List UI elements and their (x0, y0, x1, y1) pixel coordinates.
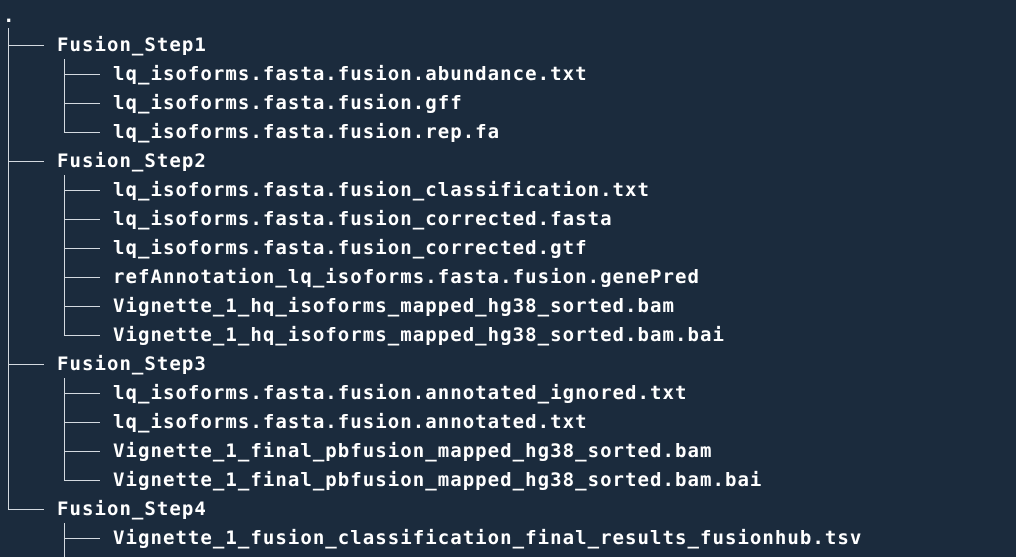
tree-branch-connector (64, 132, 100, 133)
tree-branch-connector (64, 306, 100, 307)
tree-vertical-line (64, 175, 65, 336)
file-item[interactable]: lq_isoforms.fasta.fusion.annotated_ignor… (113, 379, 688, 408)
tree-branch-connector (64, 277, 100, 278)
file-item[interactable]: lq_isoforms.fasta.fusion.rep.fa (113, 118, 500, 147)
tree-branch-connector (64, 393, 100, 394)
terminal-output: . Fusion_Step1 lq_isoforms.fasta.fusion.a… (0, 0, 1016, 557)
tree-branch-connector (64, 422, 100, 423)
file-item[interactable]: Vignette_1_hq_isoforms_mapped_hg38_sorte… (113, 292, 675, 321)
folder-item[interactable]: Fusion_Step3 (57, 350, 207, 379)
file-item[interactable]: lq_isoforms.fasta.fusion.gff (113, 89, 463, 118)
file-item[interactable]: lq_isoforms.fasta.fusion.annotated.txt (113, 408, 588, 437)
tree-branch-connector (8, 509, 44, 510)
tree-vertical-line (8, 28, 9, 510)
file-item[interactable]: Vignette_1_fusion_classification_final_r… (113, 524, 862, 553)
tree-branch-connector (64, 248, 100, 249)
tree-branch-connector (64, 538, 100, 539)
tree-branch-connector (64, 74, 100, 75)
file-item[interactable]: Vignette_1_hq_isoforms_mapped_hg38_sorte… (113, 321, 725, 350)
tree-branch-connector (64, 480, 100, 481)
tree-branch-connector (8, 161, 44, 162)
tree-root: . (3, 5, 16, 27)
tree-branch-connector (64, 451, 100, 452)
file-item[interactable]: lq_isoforms.fasta.fusion.abundance.txt (113, 60, 588, 89)
tree-vertical-line (64, 59, 65, 133)
tree-vertical-line (64, 523, 65, 557)
folder-item[interactable]: Fusion_Step2 (57, 147, 207, 176)
file-item[interactable]: lq_isoforms.fasta.fusion_corrected.gtf (113, 234, 588, 263)
tree-branch-connector (64, 103, 100, 104)
tree-branch-connector (64, 190, 100, 191)
file-item[interactable]: lq_isoforms.fasta.fusion_corrected.fasta (113, 205, 613, 234)
tree-branch-connector (64, 219, 100, 220)
tree-vertical-line (64, 378, 65, 481)
file-item[interactable]: lq_isoforms.fasta.fusion_classification.… (113, 176, 650, 205)
file-item[interactable]: Vignette_1_final_pbfusion_mapped_hg38_so… (113, 466, 762, 495)
file-item[interactable]: refAnnotation_lq_isoforms.fasta.fusion.g… (113, 263, 700, 292)
folder-item[interactable]: Fusion_Step4 (57, 495, 207, 524)
tree-branch-connector (8, 45, 44, 46)
folder-item[interactable]: Fusion_Step1 (57, 31, 207, 60)
file-item[interactable]: Vignette_1_final_pbfusion_mapped_hg38_so… (113, 437, 712, 466)
tree-branch-connector (8, 364, 44, 365)
tree-branch-connector (64, 335, 100, 336)
